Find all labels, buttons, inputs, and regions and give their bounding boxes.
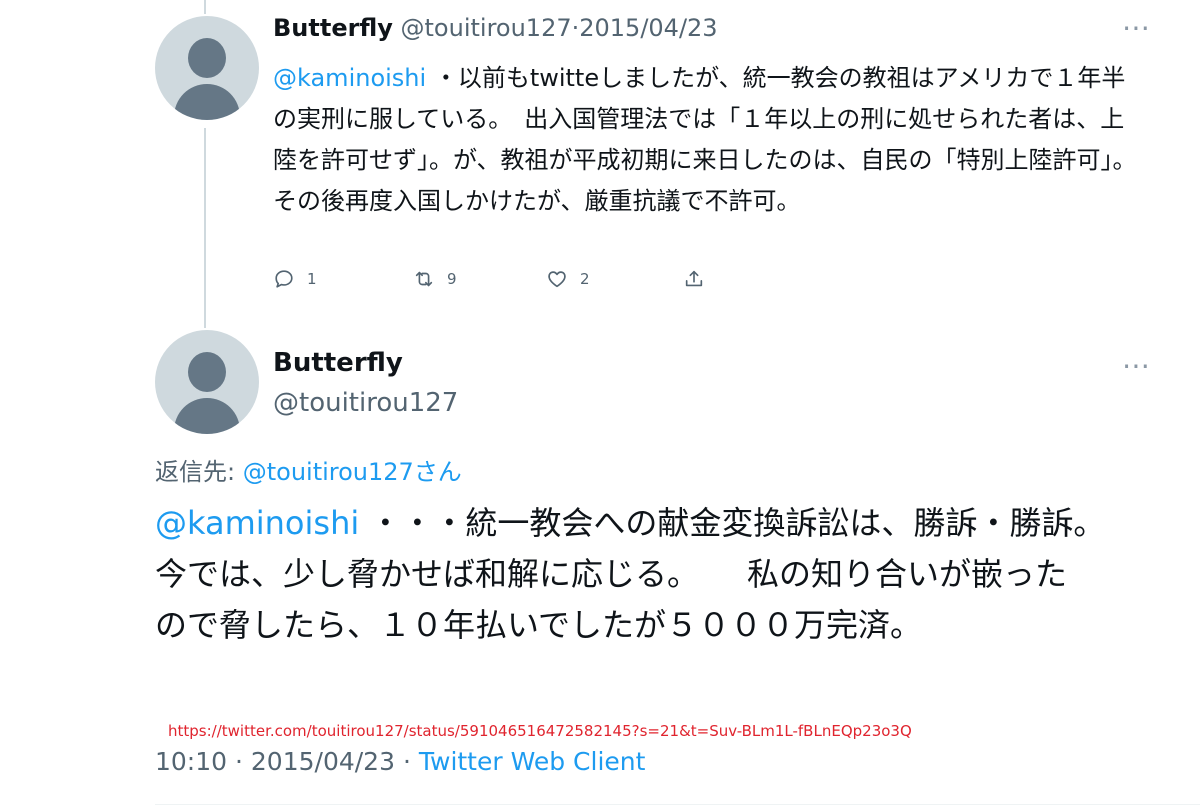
tweet1-more-icon[interactable]: ⋯ [1122,14,1150,42]
tweet2-meta: 10:10 · 2015/04/23 · Twitter Web Client [155,747,645,776]
thread-connector-top [204,0,206,14]
tweet2-more-icon[interactable]: ⋯ [1122,352,1150,380]
like-action[interactable]: 2 [546,268,590,290]
tweet2-text: @kaminoishi ・・・統一教会への献金変換訴訟は、勝訴・勝訴。 今では、… [155,498,1095,651]
tweet1-date[interactable]: 2015/04/23 [579,14,717,42]
reply-count: 1 [307,270,317,288]
tweet1-display-name[interactable]: Butterfly [273,14,393,42]
tweet1-handle[interactable]: @touitirou127 [401,14,572,42]
tweet2-separator: · [235,747,243,776]
share-action[interactable] [683,268,705,290]
like-count: 2 [580,270,590,288]
reply-action[interactable]: 1 [273,268,317,290]
avatar-body-shape [174,398,240,434]
reply-icon [275,270,293,288]
avatar-head-shape [188,352,226,392]
tweet2-avatar[interactable] [155,330,259,434]
heart-icon [548,271,566,288]
reply-to-line: 返信先: @touitirou127さん [155,452,462,487]
divider [155,804,1200,805]
avatar-head-shape [188,38,226,78]
tweet2-date[interactable]: 2015/04/23 [251,747,395,776]
tweet2-time[interactable]: 10:10 [155,747,227,776]
reply-to-label: 返信先: [155,458,243,486]
tweet-thread: Butterfly @touitirou127·2015/04/23 ⋯ @ka… [0,0,1200,811]
retweet-icon [415,271,433,287]
retweet-action[interactable]: 9 [413,268,457,290]
tweet1-text: @kaminoishi ・以前もtwitteしましたが、統一教会の教祖はアメリカ… [273,58,1143,222]
tweet2-handle[interactable]: @touitirou127 [273,388,458,418]
retweet-count: 9 [447,270,457,288]
reply-to-suffix: さん [413,458,462,486]
tweet1-header: Butterfly @touitirou127·2015/04/23 [273,14,718,42]
tweet2-separator-2: · [402,747,411,776]
tweet2-mention[interactable]: @kaminoishi [155,504,359,542]
tweet2-client[interactable]: Twitter Web Client [419,747,646,776]
tweet1-mention[interactable]: @kaminoishi [273,64,426,92]
thread-connector [204,128,206,328]
share-icon [685,270,703,287]
avatar-body-shape [174,84,240,120]
tweet1-avatar[interactable] [155,16,259,120]
reply-to-handle[interactable]: @touitirou127 [243,458,414,486]
tweet2-display-name[interactable]: Butterfly [273,348,403,378]
tweet-url-annotation: https://twitter.com/touitirou127/status/… [168,722,912,740]
